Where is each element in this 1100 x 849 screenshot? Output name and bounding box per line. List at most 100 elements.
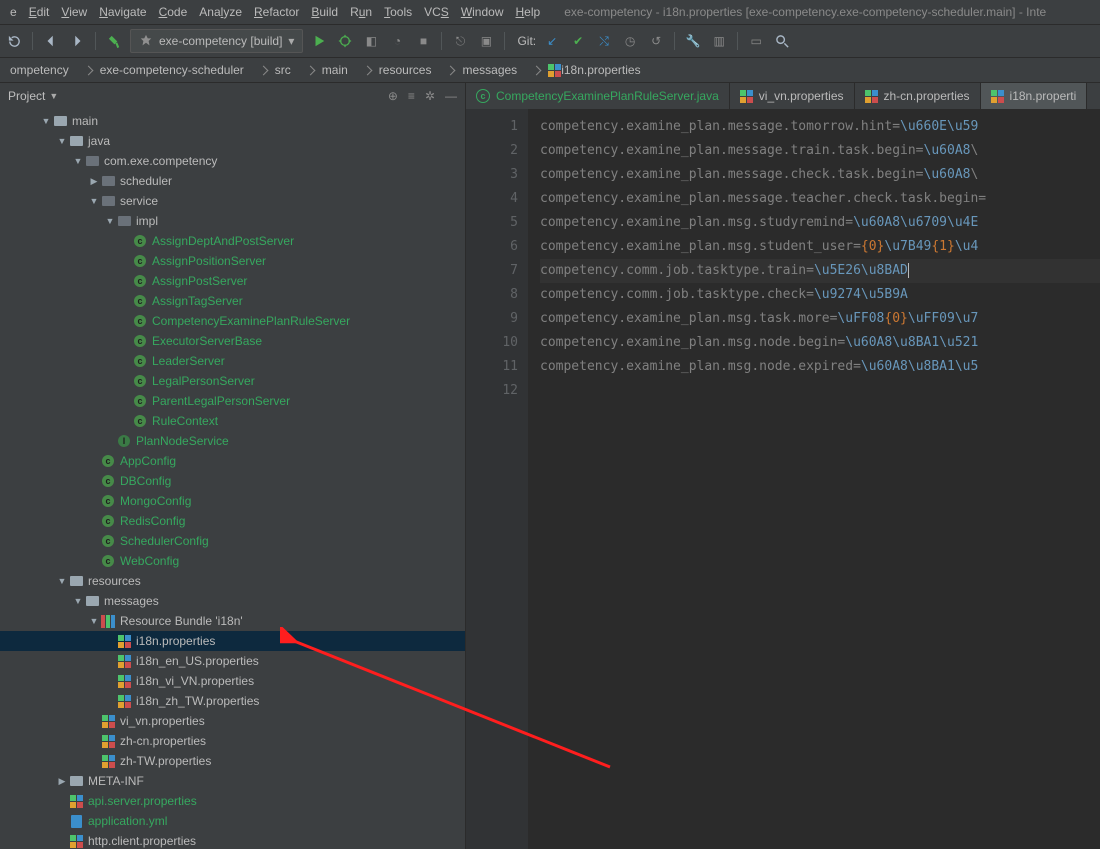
menu-code[interactable]: Code <box>153 3 194 21</box>
tree-node[interactable]: i18n.properties <box>0 631 465 651</box>
tree-node[interactable]: cAssignDeptAndPostServer <box>0 231 465 251</box>
tree-node[interactable]: api.server.properties <box>0 791 465 811</box>
menu-analyze[interactable]: Analyze <box>193 3 248 21</box>
tree-expander-icon[interactable]: ▼ <box>88 196 100 206</box>
tree-node[interactable]: cCompetencyExaminePlanRuleServer <box>0 311 465 331</box>
tree-expander-icon[interactable]: ▼ <box>56 136 68 146</box>
tree-node[interactable]: zh-TW.properties <box>0 751 465 771</box>
tree-node[interactable]: cRuleContext <box>0 411 465 431</box>
breadcrumb[interactable]: main <box>299 58 356 82</box>
tree-node[interactable]: application.yml <box>0 811 465 831</box>
gear-icon[interactable]: ✲ <box>425 89 435 103</box>
tree-expander-icon[interactable]: ▼ <box>72 156 84 166</box>
chevron-down-icon[interactable]: ▼ <box>49 91 58 101</box>
tree-node[interactable]: cExecutorServerBase <box>0 331 465 351</box>
menu-tools[interactable]: Tools <box>378 3 418 21</box>
tree-expander-icon[interactable]: ▼ <box>56 576 68 586</box>
expand-all-icon[interactable]: ≡ <box>408 89 415 103</box>
menu-view[interactable]: View <box>55 3 93 21</box>
tree-node[interactable]: IPlanNodeService <box>0 431 465 451</box>
attach-icon[interactable]: ⎋ <box>450 31 470 51</box>
tree-node[interactable]: cMongoConfig <box>0 491 465 511</box>
source[interactable]: competency.examine_plan.message.tomorrow… <box>528 109 1100 849</box>
tree-node[interactable]: ▼impl <box>0 211 465 231</box>
menu-navigate[interactable]: Navigate <box>93 3 152 21</box>
presentation-icon[interactable]: ▭ <box>746 31 766 51</box>
git-rollback-icon[interactable]: ↺ <box>646 31 666 51</box>
tree-expander-icon[interactable]: ▼ <box>88 616 100 626</box>
tree-node[interactable]: ▶scheduler <box>0 171 465 191</box>
menu-build[interactable]: Build <box>305 3 344 21</box>
tree-node[interactable]: ▼main <box>0 111 465 131</box>
editor-tab[interactable]: vi_vn.properties <box>730 83 855 109</box>
structure-icon[interactable]: ▥ <box>709 31 729 51</box>
breadcrumb[interactable]: ompetency <box>2 58 77 82</box>
tree-node[interactable]: ▼java <box>0 131 465 151</box>
git-history-icon[interactable]: ◷ <box>620 31 640 51</box>
run-icon[interactable] <box>309 31 329 51</box>
tree-node[interactable]: cWebConfig <box>0 551 465 571</box>
tree-expander-icon[interactable]: ▼ <box>104 216 116 226</box>
tree-node[interactable]: ▼service <box>0 191 465 211</box>
tree-node[interactable]: cAppConfig <box>0 451 465 471</box>
coverage-icon[interactable]: ◧ <box>361 31 381 51</box>
breadcrumb[interactable]: messages <box>439 58 525 82</box>
tree-node[interactable]: i18n_en_US.properties <box>0 651 465 671</box>
stop-icon[interactable]: ■ <box>413 31 433 51</box>
back-icon[interactable] <box>41 31 61 51</box>
tree-expander-icon[interactable]: ▼ <box>72 596 84 606</box>
tree-node[interactable]: cSchedulerConfig <box>0 531 465 551</box>
tree-node[interactable]: i18n_vi_VN.properties <box>0 671 465 691</box>
editor-tab[interactable]: zh-cn.properties <box>855 83 981 109</box>
hide-icon[interactable]: — <box>445 89 457 103</box>
menu-edit[interactable]: Edit <box>23 3 56 21</box>
editor-tab[interactable]: i18n.properti <box>981 83 1088 109</box>
tree-node[interactable]: ▼messages <box>0 591 465 611</box>
menu-refactor[interactable]: Refactor <box>248 3 305 21</box>
tree-node[interactable]: vi_vn.properties <box>0 711 465 731</box>
tree-node[interactable]: ▼Resource Bundle 'i18n' <box>0 611 465 631</box>
tree-node[interactable]: i18n_zh_TW.properties <box>0 691 465 711</box>
breadcrumb[interactable]: i18n.properties <box>525 58 648 82</box>
tree-node[interactable]: zh-cn.properties <box>0 731 465 751</box>
menu-e[interactable]: e <box>4 3 23 21</box>
tree-node[interactable]: ▼com.exe.competency <box>0 151 465 171</box>
git-commit-icon[interactable]: ✔ <box>568 31 588 51</box>
menu-window[interactable]: Window <box>455 3 510 21</box>
breadcrumb[interactable]: resources <box>356 58 440 82</box>
tree-expander-icon[interactable]: ▶ <box>56 776 68 787</box>
search-icon[interactable] <box>772 31 792 51</box>
settings-icon[interactable]: 🔧 <box>683 31 703 51</box>
tree-node[interactable]: cRedisConfig <box>0 511 465 531</box>
tree-node[interactable]: http.client.properties <box>0 831 465 849</box>
editor-tab[interactable]: cCompetencyExaminePlanRuleServer.java <box>466 83 730 109</box>
code-area[interactable]: 123456789101112 competency.examine_plan.… <box>466 109 1100 849</box>
tree-node[interactable]: cAssignPositionServer <box>0 251 465 271</box>
git-compare-icon[interactable]: ⤭ <box>594 31 614 51</box>
tree-node[interactable]: ▶META-INF <box>0 771 465 791</box>
tree-node[interactable]: ▼resources <box>0 571 465 591</box>
menu-vcs[interactable]: VCS <box>418 3 455 21</box>
run-config-selector[interactable]: exe-competency [build] ▾ <box>130 29 303 53</box>
refresh-icon[interactable] <box>4 31 24 51</box>
hammer-icon[interactable] <box>104 31 124 51</box>
tree-expander-icon[interactable]: ▼ <box>40 116 52 126</box>
select-opened-icon[interactable]: ⊕ <box>388 89 398 103</box>
tree-node[interactable]: cAssignTagServer <box>0 291 465 311</box>
breadcrumb[interactable]: exe-competency-scheduler <box>77 58 252 82</box>
debug-icon[interactable] <box>335 31 355 51</box>
tree-node[interactable]: cDBConfig <box>0 471 465 491</box>
toolbox-icon[interactable]: ▣ <box>476 31 496 51</box>
tree-node[interactable]: cLeaderServer <box>0 351 465 371</box>
git-update-icon[interactable]: ↙ <box>542 31 562 51</box>
project-tree[interactable]: ▼main▼java▼com.exe.competency▶scheduler▼… <box>0 109 465 849</box>
profile-icon[interactable]: ◔ <box>387 31 407 51</box>
tree-node[interactable]: cAssignPostServer <box>0 271 465 291</box>
tree-node[interactable]: cParentLegalPersonServer <box>0 391 465 411</box>
menu-help[interactable]: Help <box>510 3 547 21</box>
tree-expander-icon[interactable]: ▶ <box>88 176 100 187</box>
tree-node[interactable]: cLegalPersonServer <box>0 371 465 391</box>
forward-icon[interactable] <box>67 31 87 51</box>
menu-run[interactable]: Run <box>344 3 378 21</box>
project-label[interactable]: Project <box>8 89 45 103</box>
